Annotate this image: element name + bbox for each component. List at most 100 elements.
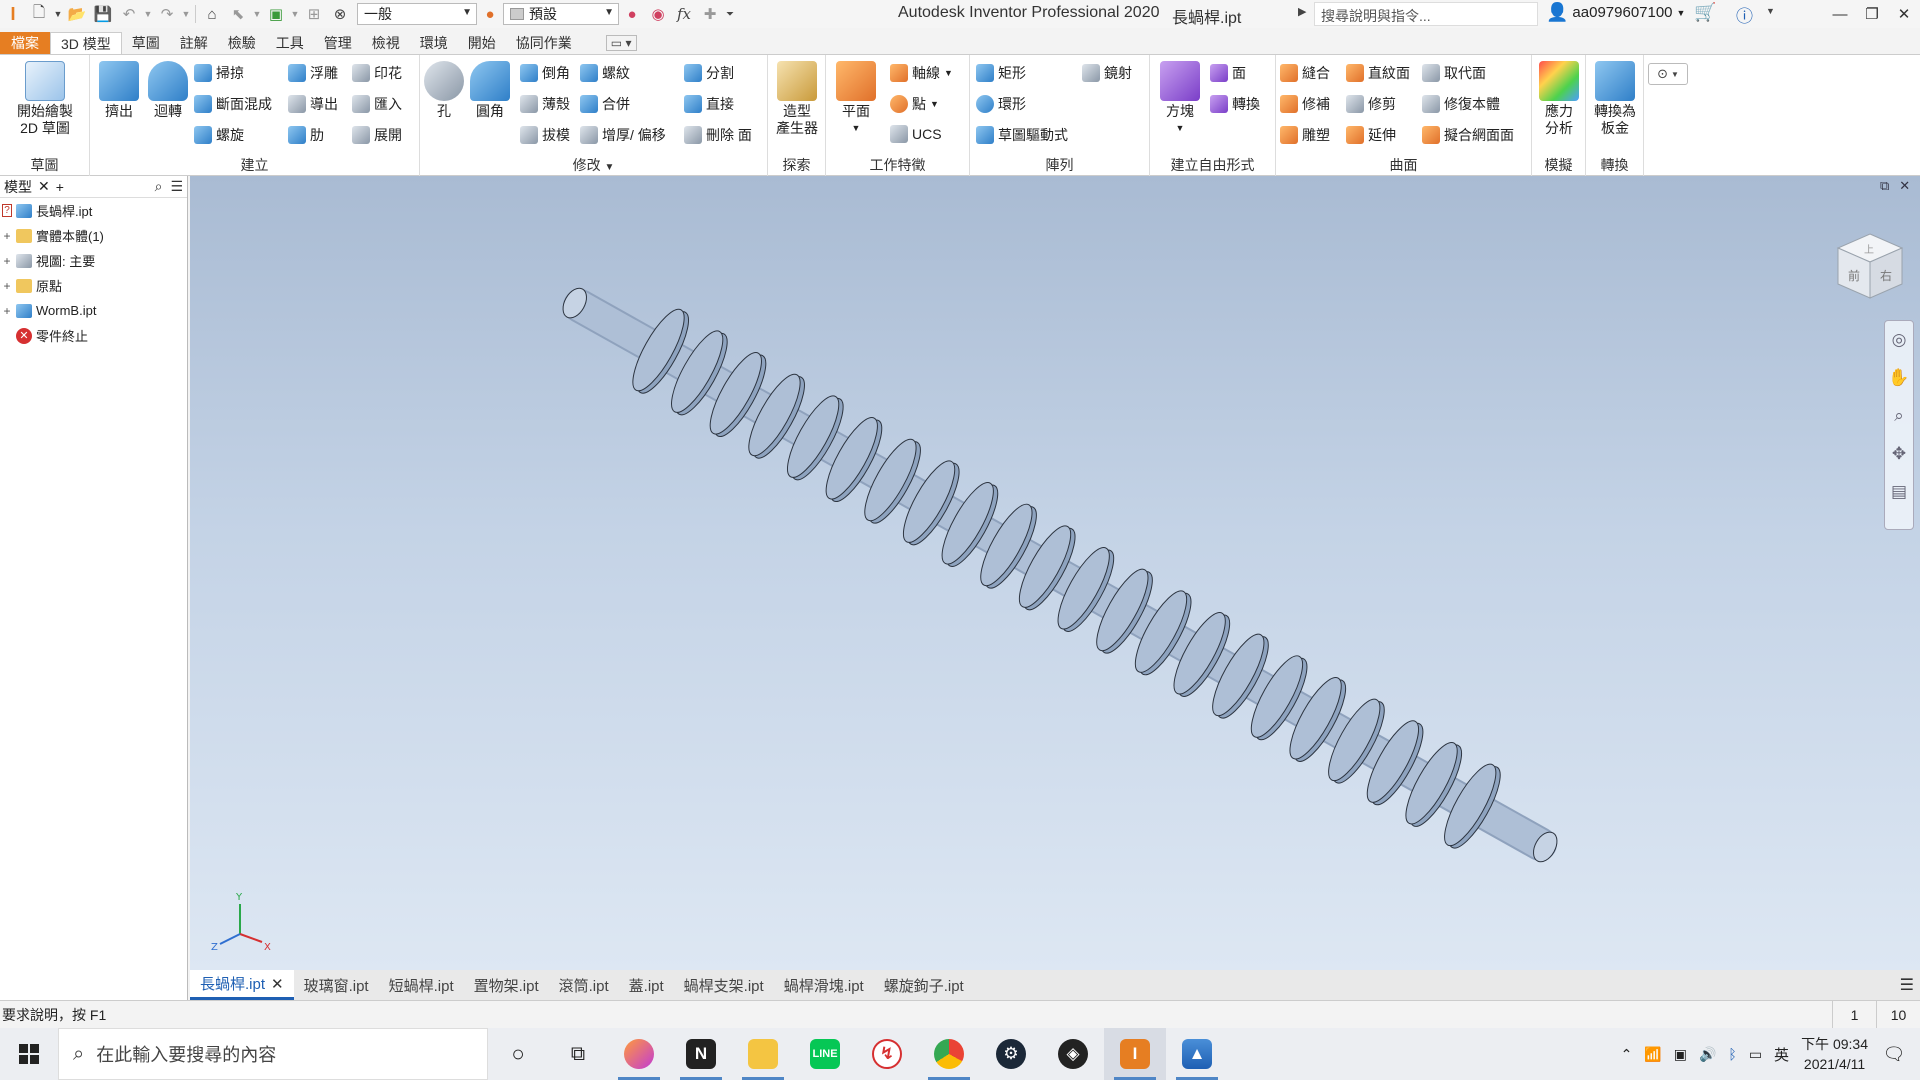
meet-now-icon[interactable]: ▣ (1674, 1046, 1687, 1063)
circular-pattern-button[interactable]: 環形 (976, 94, 1026, 114)
taskbar-notion[interactable]: N (670, 1028, 732, 1080)
document-tabs-menu-icon[interactable]: ☰ (1900, 975, 1914, 995)
notification-center-icon[interactable]: 🗨 (1880, 1044, 1908, 1065)
close-icon[interactable]: ✕ (271, 975, 284, 993)
taskbar-file-explorer[interactable] (732, 1028, 794, 1080)
loft-button[interactable]: 斷面混成 (194, 94, 272, 114)
doc-tab[interactable]: 滾筒.ipt (549, 970, 619, 1000)
doc-tab[interactable]: 螺旋鉤子.ipt (874, 970, 974, 1000)
expand-icon[interactable]: + (2, 229, 12, 243)
doc-tab[interactable]: 置物架.ipt (464, 970, 549, 1000)
zoom-icon[interactable]: ⌕ (1885, 397, 1913, 435)
rectangular-pattern-button[interactable]: 矩形 (976, 63, 1026, 83)
undo-icon[interactable]: ↶ (116, 2, 142, 26)
freeform-face-button[interactable]: 面 (1210, 63, 1246, 83)
taskbar-app-2[interactable]: ◈ (1042, 1028, 1104, 1080)
clear-override-icon[interactable]: ◉ (645, 2, 671, 26)
doc-tab[interactable]: 蝸桿滑塊.ipt (774, 970, 874, 1000)
tab-manage[interactable]: 管理 (314, 32, 362, 54)
task-view-button[interactable]: ⧉ (548, 1028, 608, 1080)
doc-tab[interactable]: 玻璃窗.ipt (294, 970, 379, 1000)
doc-tab[interactable]: 蝸桿支架.ipt (674, 970, 774, 1000)
browser-tab-model[interactable]: 模型 (4, 177, 32, 197)
tab-3d-model[interactable]: 3D 模型 (50, 32, 122, 54)
select-dropdown-icon[interactable]: ▼ (251, 2, 263, 26)
emboss-button[interactable]: 浮雕 (288, 63, 338, 83)
shell-button[interactable]: 薄殼 (520, 94, 570, 114)
shape-generator-button[interactable]: 造型 產生器 (772, 61, 822, 137)
tab-inspect[interactable]: 檢驗 (218, 32, 266, 54)
restore-icon[interactable]: ❐ (1856, 0, 1888, 28)
full-navigation-wheel-icon[interactable]: ◎ (1885, 321, 1913, 359)
tab-get-started[interactable]: 開始 (458, 32, 506, 54)
replace-face-button[interactable]: 取代面 (1422, 63, 1486, 83)
redo-icon[interactable]: ↷ (154, 2, 180, 26)
orbit-icon[interactable]: ✥ (1885, 435, 1913, 473)
tab-file[interactable]: 檔案 (0, 32, 50, 54)
maximize-viewport-icon[interactable]: ⧉ (1880, 178, 1889, 194)
sculpt-button[interactable]: 雕塑 (1280, 125, 1330, 145)
expand-icon[interactable]: + (2, 279, 12, 293)
repair-bodies-button[interactable]: 修復本體 (1422, 94, 1500, 114)
customize-dropdown-icon[interactable]: ⏷ (723, 2, 737, 26)
material-select[interactable]: 一般 ▼ (357, 3, 477, 25)
help-icon[interactable]: ⓘ (1736, 2, 1753, 27)
trim-button[interactable]: 修剪 (1346, 94, 1396, 114)
doc-tab[interactable]: 短蝸桿.ipt (379, 970, 464, 1000)
draft-button[interactable]: 拔模 (520, 125, 570, 145)
thread-button[interactable]: 螺紋 (580, 63, 630, 83)
tab-environments[interactable]: 環境 (410, 32, 458, 54)
look-at-icon[interactable]: ▤ (1885, 473, 1913, 511)
ucs-button[interactable]: UCS (890, 125, 942, 143)
tree-item-part[interactable]: ? 長蝸桿.ipt (0, 198, 187, 223)
tab-annotate[interactable]: 註解 (170, 32, 218, 54)
tree-item-end-of-part[interactable]: ✕ 零件終止 (0, 323, 187, 348)
fx-parameters-icon[interactable]: fx (671, 2, 697, 26)
derive-button[interactable]: 導出 (288, 94, 338, 114)
user-account[interactable]: 👤 aa0979607100 ▼ (1546, 2, 1685, 23)
help-search-input[interactable]: 搜尋說明與指令... (1314, 2, 1538, 26)
extend-button[interactable]: 延伸 (1346, 125, 1396, 145)
new-dropdown-icon[interactable]: ▼ (52, 2, 64, 26)
tree-item-derived-part[interactable]: + WormB.ipt (0, 298, 187, 323)
start-2d-sketch-button[interactable]: 開始繪製 2D 草圖 (8, 61, 82, 137)
search-expand-icon[interactable]: ▶ (1298, 5, 1306, 18)
taskbar-app[interactable]: ↯ (856, 1028, 918, 1080)
measure-icon[interactable]: ⊞ (301, 2, 327, 26)
ribbon-extra-dropdown[interactable]: ⊙ ▼ (1648, 63, 1688, 85)
expand-icon[interactable]: + (2, 304, 12, 318)
doc-tab-active[interactable]: 長蝸桿.ipt ✕ (190, 970, 294, 1000)
expand-icon[interactable]: + (2, 254, 12, 268)
taskbar-steam[interactable]: ⚙ (980, 1028, 1042, 1080)
appearance-select[interactable]: 預設 ▼ (503, 3, 619, 25)
minimize-icon[interactable]: — (1824, 0, 1856, 28)
home-icon[interactable]: ⌂ (199, 2, 225, 26)
rib-button[interactable]: 肋 (288, 125, 324, 145)
close-icon[interactable]: ✕ (38, 178, 50, 195)
taskbar-photos[interactable]: ▲ (1166, 1028, 1228, 1080)
convert-to-sheet-metal-button[interactable]: 轉換為 板金 (1590, 61, 1640, 137)
freeform-convert-button[interactable]: 轉換 (1210, 94, 1260, 114)
direct-edit-button[interactable]: 直接 (684, 94, 734, 114)
update-icon[interactable]: ▣ (263, 2, 289, 26)
close-viewport-icon[interactable]: ✕ (1899, 178, 1910, 194)
inventor-logo-icon[interactable]: I (0, 2, 26, 26)
doc-tab[interactable]: 蓋.ipt (619, 970, 674, 1000)
add-browser-tab-icon[interactable]: + (56, 179, 64, 195)
pan-icon[interactable]: ✋ (1885, 359, 1913, 397)
show-hidden-icons-icon[interactable]: ⌃ (1621, 1046, 1633, 1063)
volume-icon[interactable]: 🔊 (1699, 1046, 1716, 1063)
bluetooth-icon[interactable]: ᛒ (1728, 1046, 1736, 1062)
clear-appearance-icon[interactable]: ⊗ (327, 2, 353, 26)
tab-view[interactable]: 檢視 (362, 32, 410, 54)
tree-item-solid-bodies[interactable]: + 實體本體(1) (0, 223, 187, 248)
ribbon-options-icon[interactable]: ▭ ▾ (605, 35, 637, 51)
cortana-button[interactable]: ○ (488, 1028, 548, 1080)
ime-indicator[interactable]: 英 (1774, 1044, 1789, 1065)
sketch-driven-pattern-button[interactable]: 草圖驅動式 (976, 125, 1068, 145)
freeform-box-button[interactable]: 方塊 ▼ (1158, 61, 1202, 137)
import-button[interactable]: 匯入 (352, 94, 402, 114)
patch-button[interactable]: 修補 (1280, 94, 1330, 114)
graphics-window[interactable]: 前 右 上 ⧉ ✕ ◎ ✋ ⌕ ✥ ▤ Y X Z (190, 176, 1920, 970)
fillet-button[interactable]: 圓角 (468, 61, 512, 120)
